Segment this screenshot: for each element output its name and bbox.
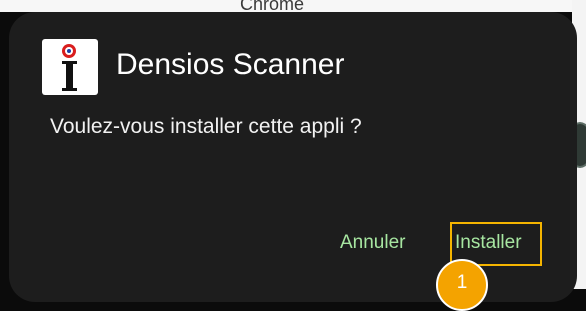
step-badge: 1 xyxy=(436,259,488,311)
app-name: Densios Scanner xyxy=(116,48,345,81)
densios-app-icon xyxy=(42,39,98,95)
cancel-button[interactable]: Annuler xyxy=(340,229,406,257)
install-prompt: Voulez-vous installer cette appli ? xyxy=(50,115,362,138)
target-icon xyxy=(62,44,76,58)
